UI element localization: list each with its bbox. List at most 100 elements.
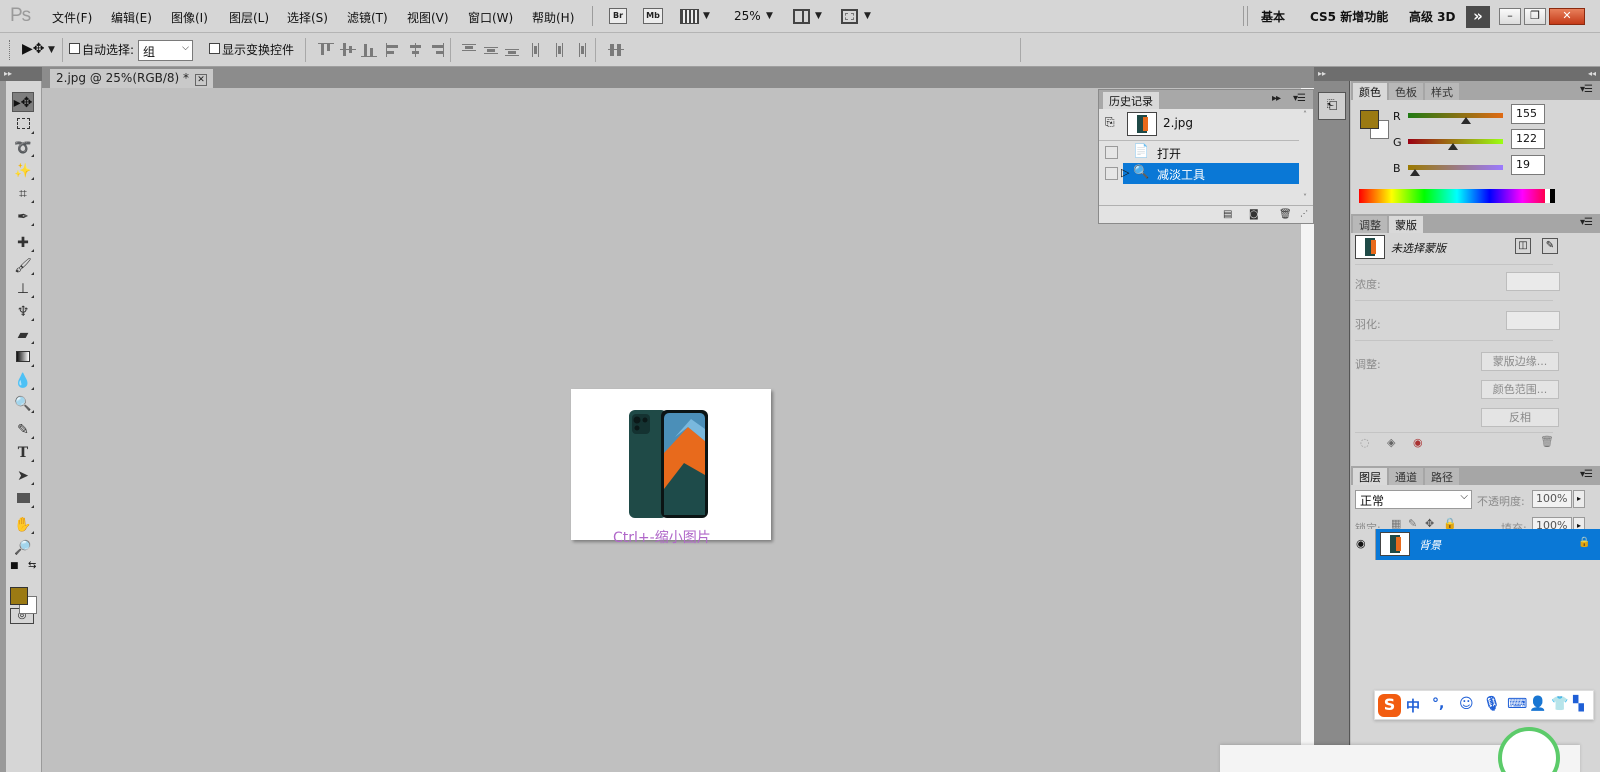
toolbar-collapse-handle[interactable]: ▸▸ xyxy=(0,67,42,81)
workspace-cs5-new[interactable]: CS5 新增功能 xyxy=(1310,8,1388,25)
screen-mode-icon[interactable] xyxy=(841,9,858,24)
distribute-horizontal-center-icon[interactable] xyxy=(552,43,568,57)
restore-button[interactable]: ❐ xyxy=(1524,8,1546,25)
tab-adjustments[interactable]: 调整 xyxy=(1353,216,1387,233)
scroll-down-icon[interactable]: ˅ xyxy=(1299,193,1311,202)
opacity-arrow-icon[interactable]: ▸ xyxy=(1573,490,1585,508)
history-item-open[interactable]: 📄 打开 xyxy=(1099,142,1299,163)
eyedropper-tool-icon[interactable]: ✒ xyxy=(12,207,34,227)
zoom-level-select[interactable]: 25% xyxy=(734,9,761,23)
channel-g-value[interactable]: 122 xyxy=(1511,129,1545,149)
density-field[interactable] xyxy=(1506,272,1560,291)
skin-icon[interactable]: 👕 xyxy=(1551,696,1568,712)
new-document-from-state-icon[interactable]: ▤ xyxy=(1223,209,1232,220)
workspace-essentials[interactable]: 基本 xyxy=(1261,8,1285,25)
minimize-button[interactable]: – xyxy=(1499,8,1521,25)
invert-button[interactable]: 反相 xyxy=(1481,408,1559,427)
menu-file[interactable]: 文件(F) xyxy=(52,9,92,26)
distribute-right-icon[interactable] xyxy=(573,43,589,57)
blur-tool-icon[interactable]: 💧 xyxy=(12,371,34,391)
pen-tool-icon[interactable]: ✎ xyxy=(12,420,34,440)
distribute-bottom-icon[interactable] xyxy=(505,43,521,57)
color-spectrum-ramp[interactable] xyxy=(1359,189,1555,203)
tab-paths[interactable]: 路径 xyxy=(1425,468,1459,485)
chevron-down-icon[interactable]: ▼ xyxy=(766,11,773,21)
tab-swatches[interactable]: 色板 xyxy=(1389,83,1423,100)
feather-field[interactable] xyxy=(1506,311,1560,330)
channel-r-thumb[interactable] xyxy=(1460,117,1471,124)
black-white-ramp[interactable] xyxy=(1545,189,1555,203)
view-extras-icon[interactable] xyxy=(680,9,699,24)
scroll-up-icon[interactable]: ˄ xyxy=(1299,110,1311,119)
default-colors-icon[interactable]: ■ xyxy=(10,561,19,571)
workspace-advanced-3d[interactable]: 高级 3D xyxy=(1409,8,1456,25)
rectangle-tool-icon[interactable] xyxy=(12,489,34,509)
dodge-tool-icon[interactable]: 🔍 xyxy=(12,394,34,414)
panel-menu-icon[interactable]: ▾☰ xyxy=(1580,217,1593,228)
chevron-down-icon[interactable]: ▼ xyxy=(703,11,710,21)
channel-b-thumb[interactable] xyxy=(1410,169,1421,176)
align-bottom-icon[interactable] xyxy=(361,43,377,57)
zoom-tool-icon[interactable]: 🔎 xyxy=(12,538,34,558)
emoji-icon[interactable]: ☺ xyxy=(1459,696,1474,712)
ime-mode[interactable]: 中 xyxy=(1406,696,1420,716)
menu-select[interactable]: 选择(S) xyxy=(287,9,328,26)
panel-menu-icon[interactable]: ▾☰ xyxy=(1580,84,1593,95)
arrange-documents-icon[interactable] xyxy=(793,9,810,24)
close-button[interactable]: ✕ xyxy=(1549,8,1585,25)
add-vector-mask-icon[interactable]: ✎ xyxy=(1542,238,1558,254)
channel-r-value[interactable]: 155 xyxy=(1511,104,1545,124)
document-canvas[interactable]: Ctrl+-缩小图片 xyxy=(571,389,771,546)
history-item-dodge[interactable]: 🔍 减淡工具 xyxy=(1123,163,1299,184)
brush-tool-icon[interactable]: 🖌 xyxy=(12,256,34,276)
tab-masks[interactable]: 蒙版 xyxy=(1389,216,1423,233)
microphone-icon[interactable]: 🎙 xyxy=(1483,696,1501,712)
menu-edit[interactable]: 编辑(E) xyxy=(111,9,152,26)
history-source-checkbox[interactable] xyxy=(1105,167,1118,180)
ime-punctuation[interactable]: °, xyxy=(1432,696,1444,712)
type-tool-icon[interactable]: T xyxy=(12,443,34,463)
add-pixel-mask-icon[interactable]: ◫ xyxy=(1515,238,1531,254)
snapshot-brush-icon[interactable]: ⎘ xyxy=(1105,115,1115,130)
eraser-tool-icon[interactable]: ▰ xyxy=(12,325,34,345)
distribute-left-icon[interactable] xyxy=(531,43,547,57)
keyboard-icon[interactable]: ⌨ xyxy=(1507,696,1527,712)
align-top-icon[interactable] xyxy=(318,43,334,57)
create-snapshot-icon[interactable]: ◙ xyxy=(1249,209,1259,220)
document-tab[interactable]: 2.jpg @ 25%(RGB/8) * ✕ xyxy=(50,69,214,88)
tab-layers[interactable]: 图层 xyxy=(1353,468,1387,485)
history-scrollbar[interactable]: ˄ ˅ xyxy=(1299,110,1311,202)
swap-colors-icon[interactable]: ⇆ xyxy=(28,560,36,571)
layer-row-background[interactable]: ◉ 背景 🔒 xyxy=(1351,529,1600,560)
user-icon[interactable]: 👤 xyxy=(1529,696,1546,712)
panel-menu-icon[interactable]: ▾☰ xyxy=(1293,93,1306,104)
channel-b-slider[interactable] xyxy=(1408,165,1503,176)
show-transform-checkbox[interactable] xyxy=(209,43,220,54)
align-right-icon[interactable] xyxy=(429,43,445,57)
tab-channels[interactable]: 通道 xyxy=(1389,468,1423,485)
chevron-down-icon[interactable]: ▼ xyxy=(815,11,822,21)
collapse-panel-icon[interactable]: ▸▸ xyxy=(1272,93,1281,104)
menu-filter[interactable]: 滤镜(T) xyxy=(347,9,388,26)
crop-tool-icon[interactable]: ⌗ xyxy=(12,184,34,204)
expand-dock-icon[interactable]: ◂◂ xyxy=(1588,67,1596,80)
close-icon[interactable]: ✕ xyxy=(195,74,208,86)
healing-brush-tool-icon[interactable]: ✚ xyxy=(12,233,34,253)
channel-g-thumb[interactable] xyxy=(1448,143,1459,150)
gradient-tool-icon[interactable] xyxy=(12,348,34,368)
ime-logo[interactable]: S xyxy=(1378,694,1401,717)
chevron-down-icon[interactable]: ▼ xyxy=(864,11,871,21)
more-workspaces-button[interactable]: » xyxy=(1466,6,1490,28)
mask-edge-button[interactable]: 蒙版边缘... xyxy=(1481,352,1559,371)
move-tool-icon[interactable]: ▸✥ xyxy=(12,92,34,112)
load-selection-icon[interactable]: ◌ xyxy=(1360,436,1370,449)
panel-menu-icon[interactable]: ▾☰ xyxy=(1580,469,1593,480)
menu-window[interactable]: 窗口(W) xyxy=(468,9,513,26)
align-vertical-center-icon[interactable] xyxy=(340,43,356,57)
auto-align-layers-icon[interactable] xyxy=(608,43,624,57)
trash-icon[interactable]: 🗑 xyxy=(1279,209,1292,220)
history-brush-tool-icon[interactable]: ♆ xyxy=(12,302,34,322)
history-panel-icon[interactable]: ⎗ xyxy=(1318,92,1346,120)
auto-select-checkbox[interactable] xyxy=(69,43,80,54)
mini-bridge-button[interactable]: Mb xyxy=(643,8,663,24)
